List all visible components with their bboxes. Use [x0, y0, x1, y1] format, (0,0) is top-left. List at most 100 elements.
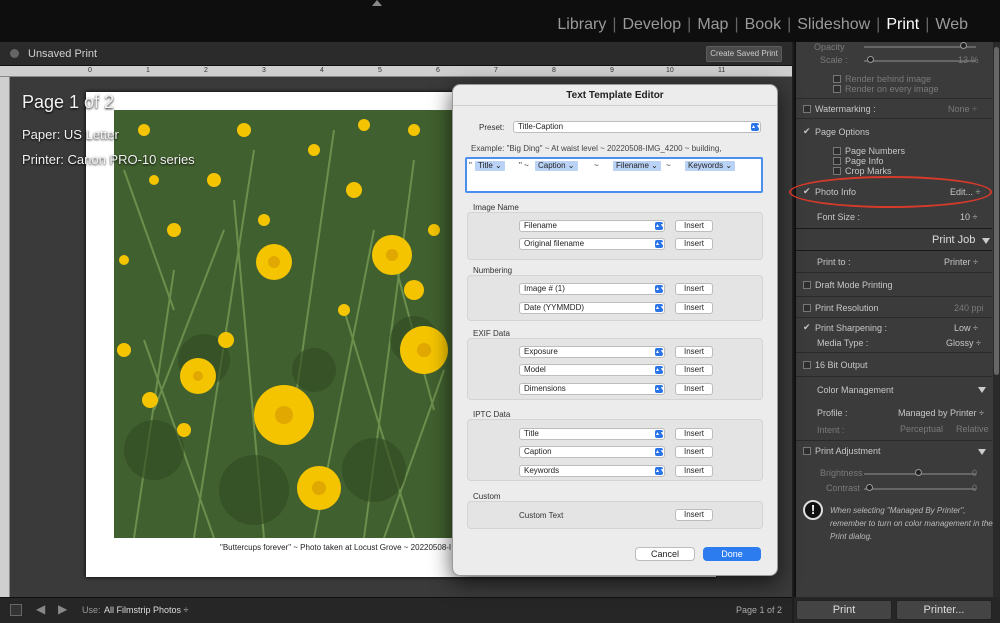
select-arrow-icon: ▲▼: [655, 285, 665, 293]
insert-button[interactable]: Insert: [675, 428, 713, 440]
original-filename-select[interactable]: Original filename ▲▼: [519, 238, 665, 250]
next-page-icon[interactable]: ▶: [58, 602, 67, 616]
select-value: Filename: [524, 221, 557, 230]
print-button[interactable]: Print: [796, 600, 892, 620]
title-select[interactable]: Title ▲▼: [519, 428, 665, 440]
watermarking-select[interactable]: None ÷: [948, 104, 977, 114]
token-title[interactable]: Title ⌄: [475, 161, 505, 171]
exposure-select[interactable]: Exposure ▲▼: [519, 346, 665, 358]
brightness-slider-knob[interactable]: [915, 469, 922, 476]
module-library[interactable]: Library: [557, 16, 606, 34]
token-caption[interactable]: Caption ⌄: [535, 161, 578, 171]
module-web[interactable]: Web: [935, 16, 968, 34]
insert-button[interactable]: Insert: [675, 238, 713, 250]
create-saved-print-button[interactable]: Create Saved Print: [706, 46, 782, 62]
insert-button[interactable]: Insert: [675, 509, 713, 521]
select-arrow-icon: ▲▼: [655, 348, 665, 356]
insert-button[interactable]: Insert: [675, 446, 713, 458]
page-view-icon[interactable]: [10, 604, 22, 616]
color-management-collapse-icon[interactable]: [978, 387, 986, 393]
ruler-mark: 1: [146, 67, 150, 74]
print-to-select[interactable]: Printer ÷: [944, 257, 978, 267]
draft-mode-checkbox[interactable]: [803, 281, 811, 289]
preset-value: Title-Caption: [518, 122, 564, 131]
crop-marks-label: Crop Marks: [845, 166, 892, 176]
done-button[interactable]: Done: [703, 547, 761, 561]
font-size-select[interactable]: 10 ÷: [960, 212, 977, 222]
insert-button[interactable]: Insert: [675, 346, 713, 358]
token-keywords[interactable]: Keywords ⌄: [685, 161, 736, 171]
print-job-header[interactable]: Print Job: [932, 234, 975, 246]
module-develop[interactable]: Develop: [622, 16, 681, 34]
16bit-output-checkbox[interactable]: [803, 361, 811, 369]
brightness-label: Brightness: [820, 468, 863, 478]
page-options-check-icon[interactable]: ✔: [803, 126, 811, 137]
select-arrow-icon: ▲▼: [655, 366, 665, 374]
watermarking-checkbox[interactable]: [803, 105, 811, 113]
cancel-button[interactable]: Cancel: [635, 547, 695, 561]
print-adjustment-checkbox[interactable]: [803, 447, 811, 455]
group-label: Custom: [473, 492, 501, 501]
insert-button[interactable]: Insert: [675, 283, 713, 295]
media-type-label: Media Type :: [817, 338, 869, 348]
filename-select[interactable]: Filename ▲▼: [519, 220, 665, 232]
print-collection-icon: [10, 49, 19, 58]
dimensions-select[interactable]: Dimensions ▲▼: [519, 383, 665, 395]
print-sharpening-select[interactable]: Low ÷: [954, 323, 978, 333]
select-value: Date (YYMMDD): [524, 303, 585, 312]
top-ruler: 0 1 2 3 4 5 6 7 8 9 10 11: [0, 66, 792, 77]
group-label: Image Name: [473, 203, 519, 212]
print-job-collapse-icon[interactable]: [982, 238, 990, 244]
render-behind-checkbox[interactable]: [833, 75, 841, 83]
module-book[interactable]: Book: [745, 16, 781, 34]
printer-button[interactable]: Printer...: [896, 600, 992, 620]
print-header: [0, 42, 792, 66]
print-resolution-checkbox[interactable]: [803, 304, 811, 312]
keywords-select[interactable]: Keywords ▲▼: [519, 465, 665, 477]
intent-relative-option[interactable]: Relative: [956, 424, 989, 434]
use-label: Use:: [82, 605, 101, 615]
print-resolution-value[interactable]: 240 ppi: [954, 303, 984, 313]
intent-perceptual-option[interactable]: Perceptual: [900, 424, 943, 434]
module-print[interactable]: Print: [886, 16, 919, 34]
media-type-select[interactable]: Glossy ÷: [946, 338, 981, 348]
contrast-slider[interactable]: [864, 488, 976, 490]
custom-text-label: Custom Text: [519, 511, 564, 520]
crop-marks-checkbox[interactable]: [833, 167, 841, 175]
date-select[interactable]: Date (YYMMDD) ▲▼: [519, 302, 665, 314]
caption-select[interactable]: Caption ▲▼: [519, 446, 665, 458]
print-sharpening-check-icon[interactable]: ✔: [803, 322, 811, 333]
token-filename[interactable]: Filename ⌄: [613, 161, 661, 171]
module-slideshow[interactable]: Slideshow: [797, 16, 870, 34]
page-info-checkbox[interactable]: [833, 157, 841, 165]
template-token-field[interactable]: " Title ⌄ " ~ Caption ⌄ ~ Filename ⌄ ~ K…: [465, 157, 763, 193]
previous-page-icon[interactable]: ◀: [36, 602, 45, 616]
page-numbers-checkbox[interactable]: [833, 147, 841, 155]
use-selector[interactable]: All Filmstrip Photos ÷: [104, 605, 188, 615]
preset-select[interactable]: Title-Caption ▲▼: [513, 121, 761, 133]
render-every-checkbox[interactable]: [833, 85, 841, 93]
insert-button[interactable]: Insert: [675, 383, 713, 395]
color-management-header[interactable]: Color Management: [817, 385, 894, 395]
select-value: Image # (1): [524, 284, 565, 293]
profile-select[interactable]: Managed by Printer ÷: [898, 408, 984, 418]
numbering-group: [467, 275, 763, 321]
image-number-select[interactable]: Image # (1) ▲▼: [519, 283, 665, 295]
select-value: Caption: [524, 447, 552, 456]
printer-label: Printer: Canon PRO-10 series: [22, 152, 195, 167]
collapse-top-icon[interactable]: [372, 0, 382, 6]
scroll-thumb[interactable]: [994, 47, 999, 375]
scale-label: Scale :: [820, 55, 848, 65]
left-ruler: [0, 77, 10, 597]
opacity-slider[interactable]: [864, 46, 976, 48]
print-to-label: Print to :: [817, 257, 851, 267]
print-adjustment-collapse-icon[interactable]: [978, 449, 986, 455]
module-map[interactable]: Map: [697, 16, 728, 34]
profile-label: Profile :: [817, 408, 848, 418]
model-select[interactable]: Model ▲▼: [519, 364, 665, 376]
select-value: Dimensions: [524, 384, 566, 393]
insert-button[interactable]: Insert: [675, 302, 713, 314]
insert-button[interactable]: Insert: [675, 364, 713, 376]
insert-button[interactable]: Insert: [675, 465, 713, 477]
insert-button[interactable]: Insert: [675, 220, 713, 232]
